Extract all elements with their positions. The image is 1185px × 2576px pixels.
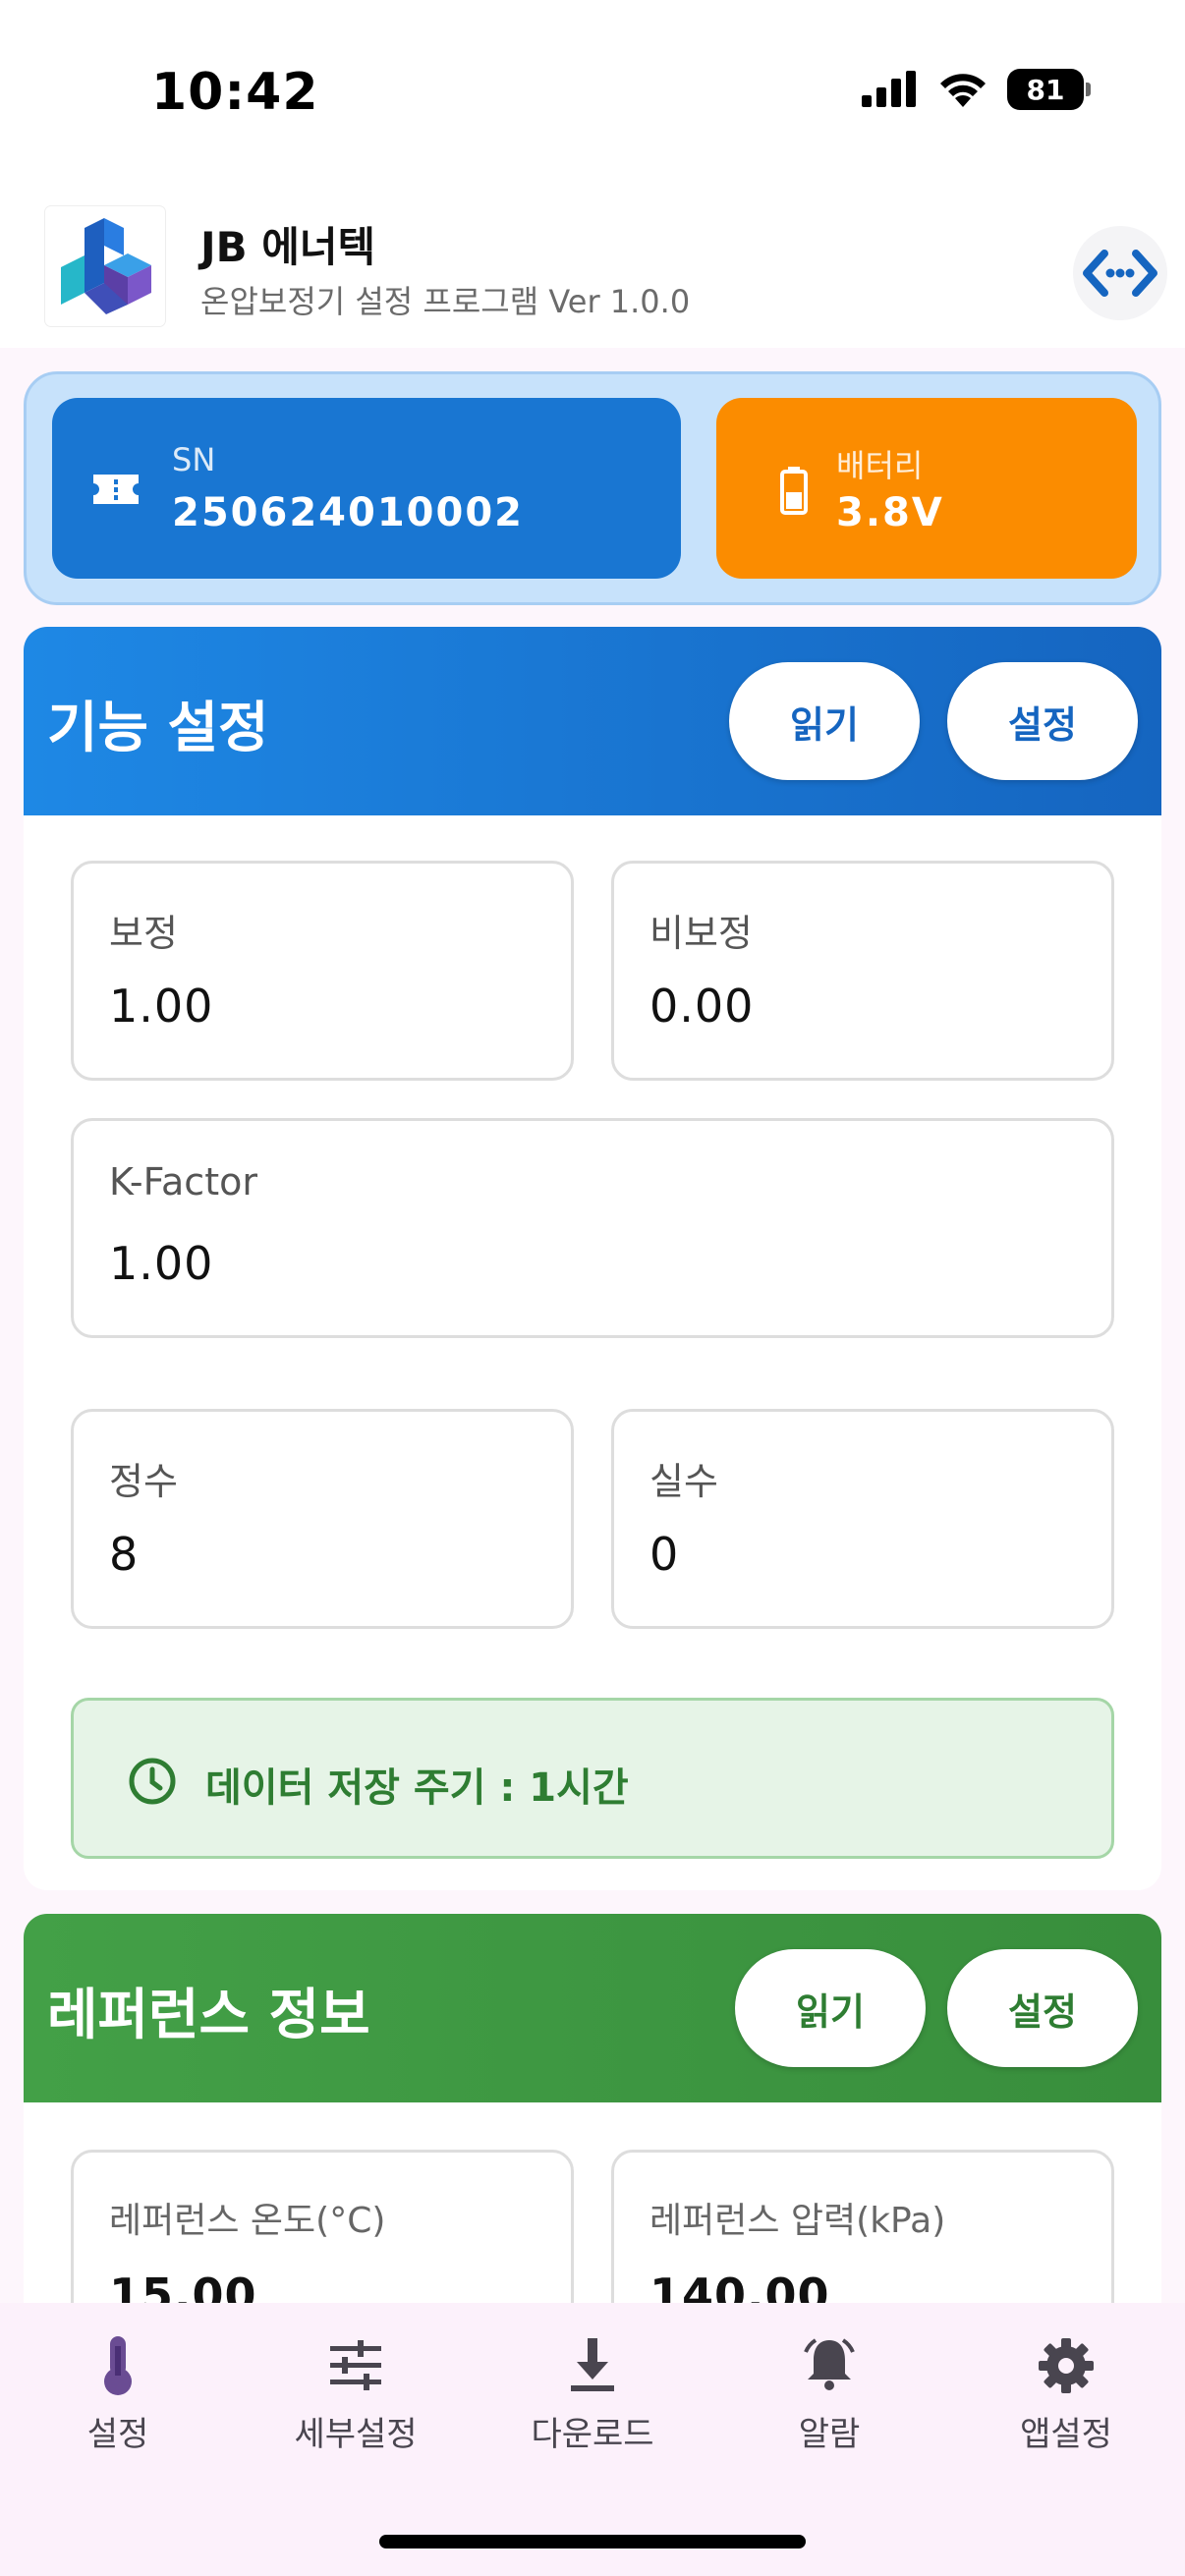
battery-label: 배터리 [836,447,924,484]
signal-icon [862,71,916,107]
data-save-interval-notice: 데이터 저장 주기 : 1시간 [71,1698,1114,1859]
battery-value: 3.8V [836,490,944,535]
nav-item-download[interactable]: 다운로드 [484,2330,701,2468]
sn-card: SN 250624010002 [52,398,681,579]
bluetooth-connect-button[interactable] [1073,226,1167,320]
status-icons: 81 [860,69,1091,110]
ticket-icon [93,475,139,504]
field-value[interactable]: 8 [109,1528,139,1581]
sliders-icon [330,2340,381,2390]
clock-icon [129,1758,176,1805]
field-label: K-Factor [109,1160,257,1204]
decimal-field[interactable]: 실수 0 [611,1409,1114,1629]
nav-label: 설정 [86,2415,149,2454]
field-value[interactable]: 0.00 [649,980,754,1033]
field-label: 실수 [649,1460,718,1503]
nav-item-alarm[interactable]: 알람 [721,2330,937,2468]
status-bar: 10:42 81 [0,0,1185,187]
app-subtitle: 온압보정기 설정 프로그램 Ver 1.0.0 [200,283,691,320]
set-button[interactable]: 설정 [947,1949,1138,2067]
nav-label: 다운로드 [531,2415,654,2454]
reference-pressure-field[interactable]: 레퍼런스 압력(kPa) 140.00 [611,2150,1114,2303]
home-indicator[interactable] [379,2535,806,2548]
sn-label: SN [172,441,216,478]
main-content[interactable]: SN 250624010002 배터리 3.8V 기능 설정 읽기 설정 보정 … [0,348,1185,2303]
integer-field[interactable]: 정수 8 [71,1409,574,1629]
field-value[interactable]: 15.00 [109,2268,257,2303]
field-label: 비보정 [649,912,753,955]
nav-item-settings[interactable]: 설정 [10,2330,226,2468]
app-screen: 10:42 81 JB 에너텍 온압보정기 설정 프로그램 Ver 1.0.0 … [0,0,1185,2576]
read-button[interactable]: 읽기 [729,662,920,780]
nav-label: 알람 [798,2415,861,2454]
function-settings-header: 기능 설정 읽기 설정 [24,627,1161,815]
field-label: 보정 [109,912,178,955]
notice-text: 데이터 저장 주기 : 1시간 [205,1765,629,1811]
field-value[interactable]: 1.00 [109,980,213,1033]
wifi-icon [940,74,986,107]
reference-info-header: 레퍼런스 정보 읽기 설정 [24,1914,1161,2102]
section-title: 기능 설정 [47,697,269,760]
field-value[interactable]: 140.00 [649,2268,830,2303]
app-header: JB 에너텍 온압보정기 설정 프로그램 Ver 1.0.0 [0,187,1185,348]
sn-value: 250624010002 [172,490,524,535]
field-label: 정수 [109,1460,178,1503]
status-time: 10:42 [151,63,319,122]
battery-level: 81 [1007,69,1084,110]
field-label: 레퍼런스 압력(kPa) [649,2201,946,2241]
non-correction-field[interactable]: 비보정 0.00 [611,861,1114,1081]
reference-info-section: 레퍼런스 정보 읽기 설정 레퍼런스 온도(°C) 15.00 레퍼런스 압력(… [24,1914,1161,2303]
function-settings-section: 기능 설정 읽기 설정 보정 1.00 비보정 0.00 K-Factor 1.… [24,627,1161,1890]
read-button[interactable]: 읽기 [735,1949,926,2067]
nav-label: 세부설정 [294,2415,418,2454]
section-title: 레퍼런스 정보 [47,1984,370,2047]
nav-label: 앱설정 [1020,2415,1112,2454]
alarm-bell-icon [804,2338,855,2390]
nav-item-app-settings[interactable]: 앱설정 [958,2330,1174,2468]
k-factor-field[interactable]: K-Factor 1.00 [71,1118,1114,1338]
device-info-panel: SN 250624010002 배터리 3.8V [24,371,1161,605]
reference-temperature-field[interactable]: 레퍼런스 온도(°C) 15.00 [71,2150,574,2303]
battery-icon [780,467,808,515]
battery-card: 배터리 3.8V [716,398,1137,579]
jb-logo [45,206,165,326]
field-label: 레퍼런스 온도(°C) [109,2201,386,2241]
download-icon [571,2338,614,2391]
gear-icon [1039,2338,1094,2393]
field-value[interactable]: 1.00 [109,1237,213,1290]
bluetooth-connect-icon [1083,250,1157,297]
correction-field[interactable]: 보정 1.00 [71,861,574,1081]
app-title: JB 에너텍 [200,223,376,271]
battery-icon: 81 [1007,69,1091,110]
set-button[interactable]: 설정 [947,662,1138,780]
nav-item-detail-settings[interactable]: 세부설정 [248,2330,464,2468]
field-value[interactable]: 0 [649,1528,679,1581]
thermometer-icon [104,2336,132,2395]
